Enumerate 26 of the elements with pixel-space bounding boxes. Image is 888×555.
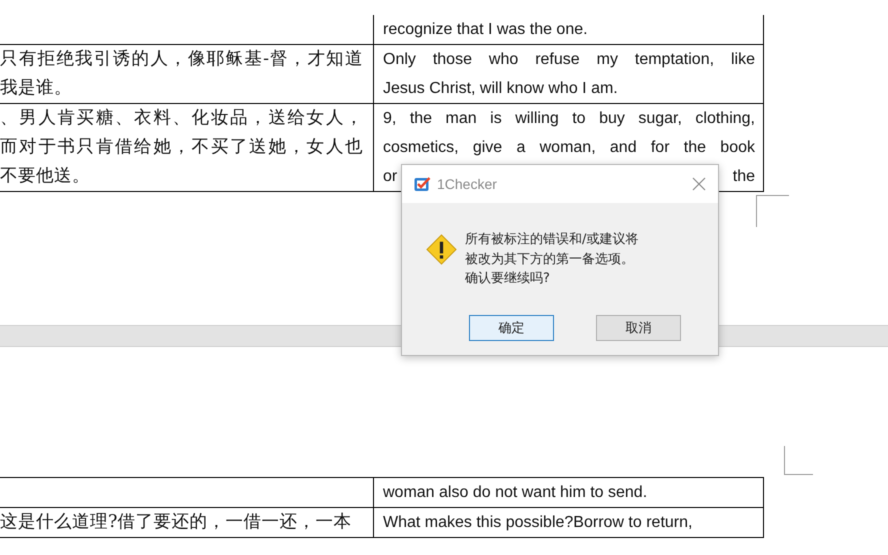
cancel-button[interactable]: 取消 [596,314,681,340]
cell-text: cosmetics, give a woman, and for the book [383,138,755,158]
checkbox-logo-icon [413,176,432,192]
cell-text: 这是什么道理?借了要还的，一借一还，一本 [0,511,352,534]
crop-mark [756,195,789,227]
dialog-message: 确认要继续吗? [465,270,551,288]
close-icon[interactable] [692,177,706,191]
cell-text: recognize that I was the one. [383,20,589,40]
dialog-message: 被改为其下方的第一备选项。 [465,250,635,268]
cell-text: 我是谁。 [0,77,73,100]
cell-text: 、男人肯买糖、衣料、化妆品，送给女人， [0,107,363,130]
cell-text: or [383,167,398,187]
warning-icon [426,234,457,265]
confirm-button[interactable]: 确定 [469,314,554,340]
cell-text: Only those who refuse my temptation, like [383,50,755,70]
cell-text: 只有拒绝我引诱的人，像耶稣基-督，才知道 [0,48,363,71]
crop-mark [784,446,813,475]
cell-text: 而对于书只肯借给她，不买了送她，女人也 [0,136,363,159]
cell-text: 9, the man is willing to buy sugar, clothing, [383,109,755,129]
cell-text: 不要他送。 [0,165,91,188]
dialog-title: 1Checker [437,176,498,192]
cell-text: What makes this possible?Borrow to return, [383,513,694,533]
cell-text: woman also do not want him to send. [383,483,648,503]
cell-text: Jesus Christ, will know who I am. [383,79,619,99]
dialog-message: 所有被标注的错误和/或建议将 [465,231,638,249]
cell-text: the [732,167,755,187]
